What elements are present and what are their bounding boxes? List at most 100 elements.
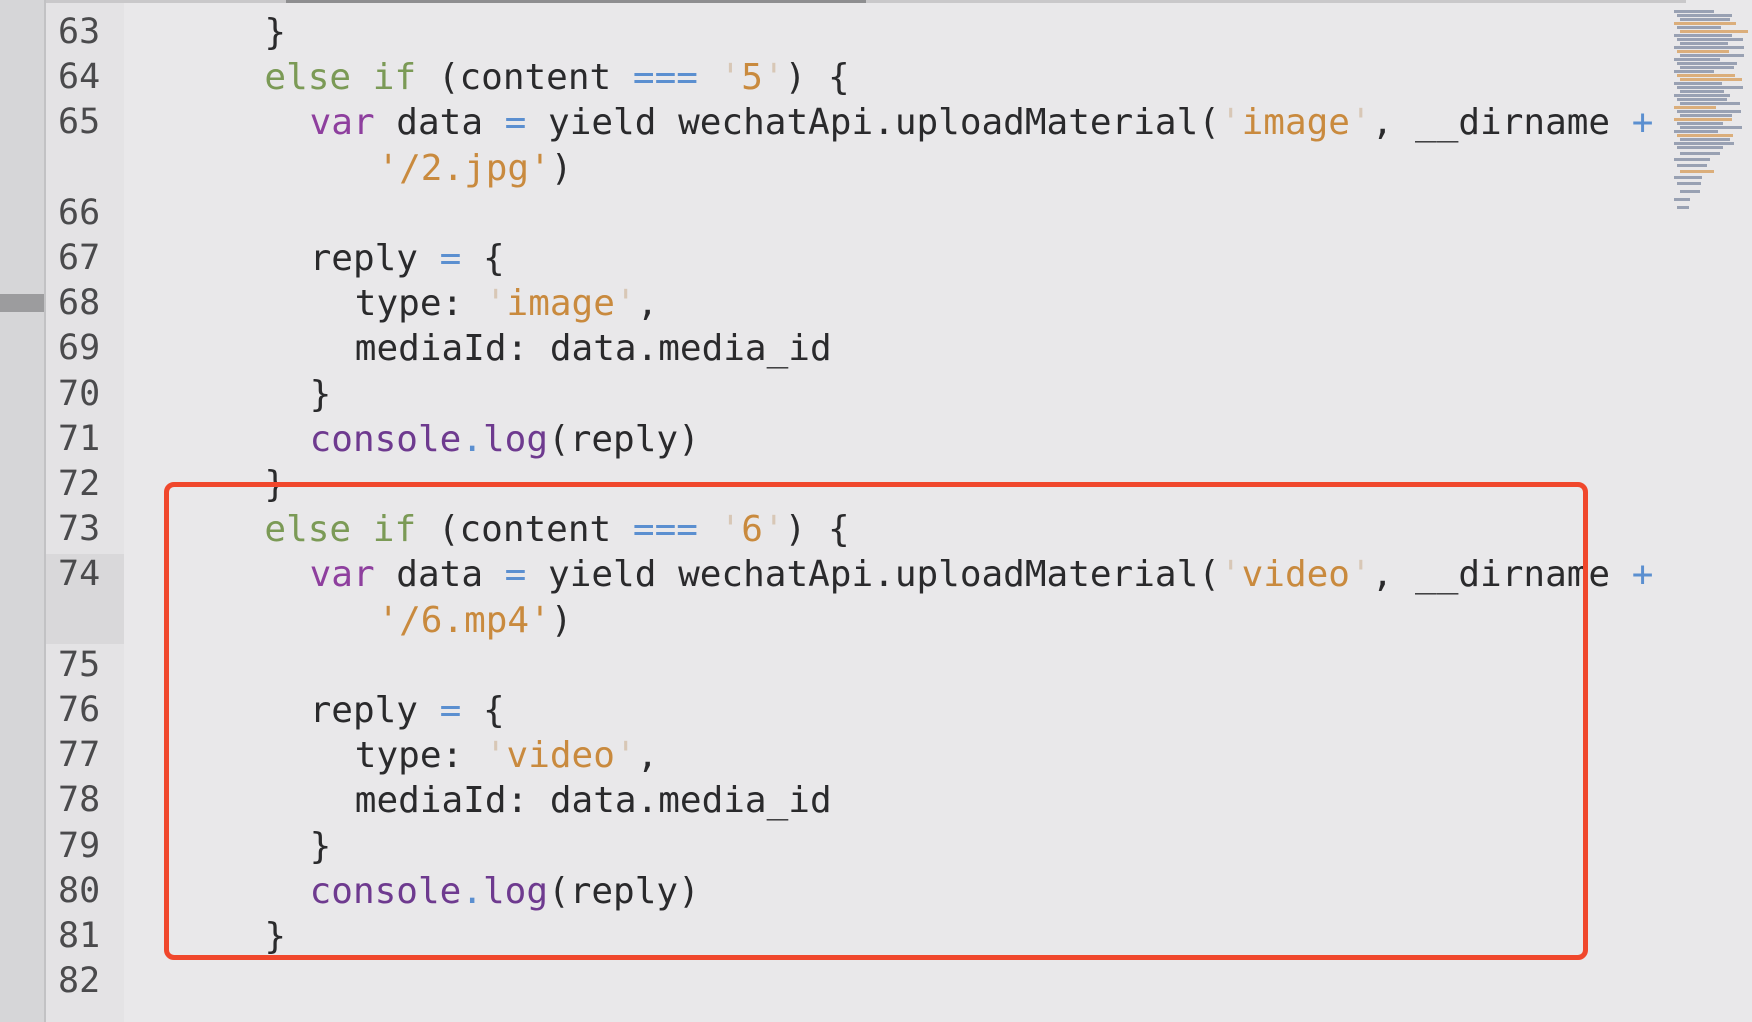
minimap-line [1680, 170, 1714, 173]
line-number: 73 [58, 509, 101, 550]
minimap-line [1674, 58, 1720, 61]
line-number: 72 [58, 464, 101, 504]
code-minimap[interactable] [1668, 6, 1748, 216]
minimap-line [1680, 114, 1732, 117]
code-token: image [506, 283, 615, 325]
code-token: , [636, 283, 659, 325]
code-token: === [632, 57, 698, 99]
minimap-line [1677, 110, 1741, 113]
minimap-line [1677, 74, 1735, 77]
code-token: + [1631, 102, 1654, 144]
minimap-line [1674, 198, 1690, 201]
line-number: 68 [58, 283, 101, 324]
line-number: 71 [58, 418, 101, 459]
minimap-line [1680, 30, 1748, 33]
line-number: 66 [58, 192, 101, 233]
code-token: + [1631, 554, 1654, 596]
minimap-line [1674, 34, 1732, 37]
minimap-line [1674, 118, 1732, 121]
minimap-line [1677, 38, 1743, 41]
minimap-line [1680, 42, 1728, 45]
code-token: image [1241, 102, 1350, 144]
line-number: 82 [58, 961, 101, 1002]
code-line[interactable]: 63} [46, 10, 1666, 55]
code-line[interactable]: 69 mediaId: data.media_id [46, 326, 1666, 371]
code-token: type: [354, 283, 485, 325]
code-line[interactable]: 71 console.log(reply) [46, 417, 1666, 462]
code-line[interactable]: 82 [46, 959, 1666, 1004]
line-code: console.log(reply) [310, 417, 700, 462]
minimap-line [1680, 138, 1730, 141]
line-code: mediaId: data.media_id [355, 326, 832, 371]
minimap-line [1680, 78, 1742, 81]
code-line[interactable]: 70} [46, 372, 1666, 417]
minimap-line [1677, 14, 1732, 17]
code-token: = [439, 238, 462, 279]
code-token: ' [484, 283, 507, 325]
code-token: ' [719, 57, 742, 99]
code-token: (content [416, 57, 633, 99]
minimap-line [1674, 82, 1722, 85]
line-number: 67 [58, 238, 101, 278]
line-number: 81 [58, 916, 101, 956]
line-code: } [310, 372, 332, 417]
minimap-line [1677, 50, 1729, 53]
minimap-line [1680, 90, 1724, 93]
code-line[interactable]: '/2.jpg') [46, 146, 1666, 191]
line-number: 69 [58, 328, 101, 369]
code-token: ' [1219, 102, 1242, 144]
minimap-line [1674, 158, 1710, 161]
minimap-line [1674, 22, 1736, 25]
code-token: , __dirname [1371, 102, 1632, 144]
code-token: ' [614, 283, 637, 325]
line-number: 63 [58, 12, 101, 52]
code-token: reply [309, 238, 440, 279]
code-line[interactable]: 64 else if (content === '5') { [46, 55, 1666, 100]
left-panel-strip [0, 0, 46, 1022]
line-number: 79 [58, 825, 101, 866]
code-token: (reply) [548, 418, 700, 460]
minimap-line [1674, 10, 1714, 13]
minimap-line [1677, 206, 1689, 209]
minimap-line [1677, 134, 1733, 137]
code-token: 5 [741, 57, 763, 99]
minimap-line [1674, 176, 1702, 179]
highlight-annotation-box [164, 482, 1588, 960]
panel-resize-handle[interactable] [0, 294, 44, 312]
line-code: '/2.jpg') [377, 146, 572, 191]
code-token: yield wechatApi.uploadMaterial( [526, 102, 1220, 144]
minimap-line [1680, 190, 1700, 193]
code-token: data [374, 102, 505, 144]
code-line[interactable]: 65 var data = yield wechatApi.uploadMater… [46, 100, 1666, 145]
line-number: 70 [58, 373, 101, 414]
minimap-line [1674, 130, 1718, 133]
minimap-line [1677, 26, 1721, 29]
line-number: 65 [58, 102, 101, 143]
minimap-line [1677, 164, 1707, 167]
code-token: log [483, 418, 549, 460]
code-token: ) { [784, 57, 850, 99]
code-token: if [372, 57, 417, 99]
line-code: var data = yield wechatApi.uploadMateria… [310, 100, 1654, 145]
minimap-line [1680, 102, 1740, 105]
code-token: ) [550, 147, 573, 189]
line-code: reply = { [310, 236, 505, 281]
minimap-line [1677, 146, 1723, 149]
minimap-line [1680, 152, 1720, 155]
code-token: mediaId: data.media_id [354, 328, 832, 370]
code-line[interactable]: 66 [46, 191, 1666, 236]
code-line[interactable]: 68 type: 'image', [46, 281, 1666, 326]
code-token: } [309, 373, 332, 415]
line-number: 77 [58, 735, 101, 776]
line-number: 80 [58, 870, 101, 911]
minimap-line [1680, 126, 1742, 129]
minimap-line [1677, 62, 1737, 65]
line-code: else if (content === '5') { [264, 55, 849, 100]
minimap-line [1677, 98, 1727, 101]
minimap-line [1677, 122, 1723, 125]
code-token: . [461, 418, 483, 460]
code-line[interactable]: 67 reply = { [46, 236, 1666, 281]
line-number: 78 [58, 780, 101, 821]
code-token: else [264, 57, 352, 99]
